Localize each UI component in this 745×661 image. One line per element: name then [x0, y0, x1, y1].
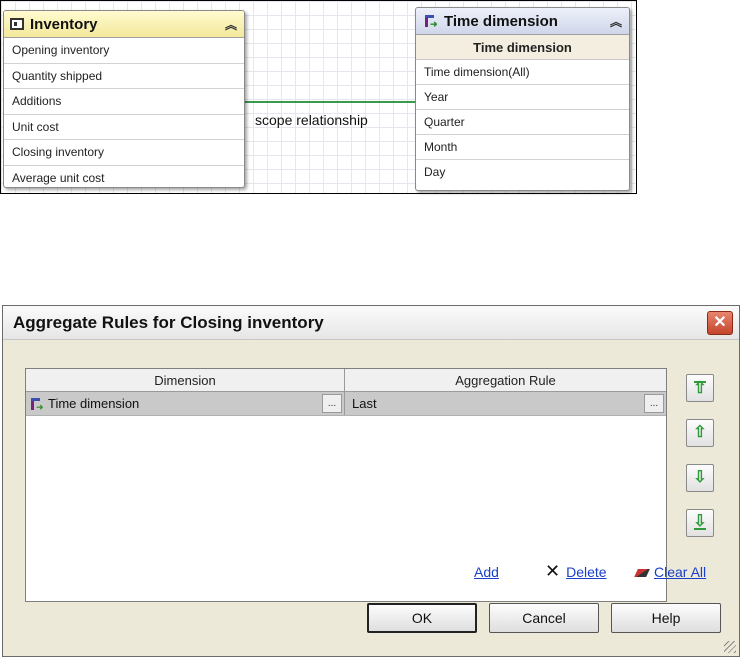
close-button[interactable]: ✕ [707, 310, 733, 335]
scope-relationship-line[interactable] [243, 101, 417, 103]
time-level[interactable]: Quarter [416, 110, 629, 135]
add-link-wrap: Add [474, 564, 499, 580]
delete-link-wrap: ✕ Delete [545, 561, 607, 581]
inventory-entity[interactable]: Inventory ︽ Opening inventory Quantity s… [3, 10, 245, 188]
dimension-browse-button[interactable]: ... [322, 394, 342, 413]
inventory-title: Inventory [30, 15, 98, 33]
time-dimension-title: Time dimension [444, 12, 558, 30]
delete-x-icon: ✕ [545, 561, 561, 581]
move-up-button[interactable]: ⇧ [686, 419, 714, 447]
clear-all-link-wrap: Clear All [634, 564, 706, 580]
table-header: Dimension Aggregation Rule [26, 369, 666, 392]
scope-relationship-label: scope relationship [255, 112, 368, 128]
collapse-icon[interactable]: ︽ [609, 13, 623, 30]
column-header-dimension[interactable]: Dimension [26, 369, 345, 391]
time-dimension-entity[interactable]: ➜ Time dimension ︽ Time dimension Time d… [415, 7, 630, 191]
eraser-icon [634, 569, 650, 577]
time-dimension-header[interactable]: ➜ Time dimension ︽ [416, 8, 629, 35]
time-level[interactable]: Year [416, 85, 629, 110]
arrow-down-icon: ⇩ [693, 513, 707, 530]
regular-dimension-icon: ➜ [422, 13, 438, 29]
time-level[interactable]: Time dimension(All) [416, 60, 629, 85]
arrow-up-icon: ⇧ [693, 380, 707, 397]
measure-dimension-icon [10, 18, 24, 30]
column-header-aggregation-rule[interactable]: Aggregation Rule [345, 369, 666, 391]
arrow-up-icon: ⇧ [693, 424, 707, 441]
rule-browse-button[interactable]: ... [644, 394, 664, 413]
aggregation-rule-cell[interactable]: Last ... [345, 392, 666, 415]
help-button[interactable]: Help [611, 603, 721, 633]
inventory-attr[interactable]: Additions [4, 89, 244, 115]
dimension-cell[interactable]: ➜ Time dimension ... [26, 392, 345, 415]
inventory-header[interactable]: Inventory ︽ [4, 11, 244, 38]
model-diagram: scope relationship Inventory ︽ Opening i… [0, 0, 637, 194]
move-to-bottom-button[interactable]: ⇩ [686, 509, 714, 537]
move-to-top-button[interactable]: ⇧ [686, 374, 714, 402]
aggregation-rule-value: Last [352, 396, 377, 411]
dimension-value: Time dimension [48, 396, 140, 411]
time-level[interactable]: Day [416, 160, 629, 184]
clear-all-link[interactable]: Clear All [654, 564, 706, 580]
dialog-titlebar[interactable]: Aggregate Rules for Closing inventory ✕ [3, 306, 739, 340]
inventory-attr[interactable]: Quantity shipped [4, 64, 244, 89]
add-link[interactable]: Add [474, 564, 499, 580]
aggregate-rules-dialog: Aggregate Rules for Closing inventory ✕ … [2, 305, 740, 657]
ok-button[interactable]: OK [367, 603, 477, 633]
collapse-icon[interactable]: ︽ [224, 16, 238, 33]
resize-grip[interactable] [724, 641, 736, 653]
inventory-attr[interactable]: Closing inventory [4, 140, 244, 166]
cancel-button[interactable]: Cancel [489, 603, 599, 633]
dialog-title: Aggregate Rules for Closing inventory [13, 312, 324, 332]
move-down-button[interactable]: ⇩ [686, 464, 714, 492]
time-level[interactable]: Month [416, 135, 629, 160]
inventory-attr[interactable]: Opening inventory [4, 38, 244, 64]
table-row[interactable]: ➜ Time dimension ... Last ... [26, 392, 666, 416]
arrow-down-icon: ⇩ [693, 469, 707, 486]
regular-dimension-icon: ➜ [28, 396, 44, 412]
inventory-attr[interactable]: Unit cost [4, 115, 244, 140]
hierarchy-name: Time dimension [416, 35, 629, 60]
inventory-attr[interactable]: Average unit cost [4, 166, 244, 188]
delete-link[interactable]: Delete [566, 564, 606, 580]
